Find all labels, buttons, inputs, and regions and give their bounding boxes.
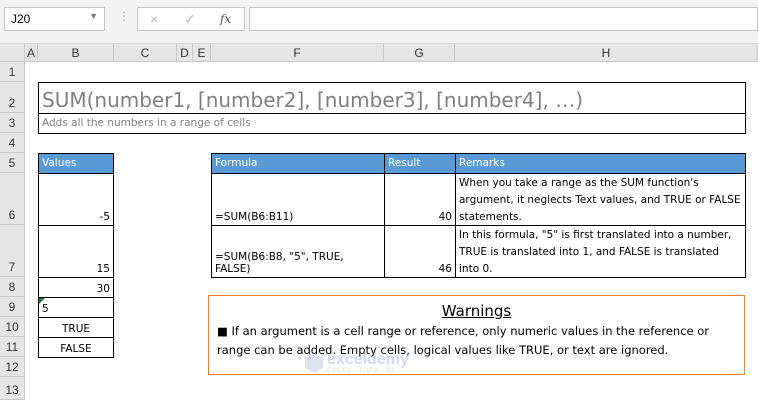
row-header[interactable]: 9: [0, 297, 25, 317]
watermark-logo: exceldemy EXCEL · DATA · BI: [305, 352, 409, 374]
row-header[interactable]: 2: [0, 82, 25, 113]
column-header-c[interactable]: C: [114, 44, 177, 62]
value-cell[interactable]: -5: [38, 173, 114, 226]
chevron-down-icon[interactable]: ▼: [89, 11, 98, 21]
column-header-b[interactable]: B: [38, 44, 114, 62]
formula-buttons: × ✓ fx: [137, 7, 245, 31]
value-cell[interactable]: TRUE: [38, 317, 114, 338]
row-header[interactable]: 11: [0, 337, 25, 357]
remarks-header[interactable]: Remarks: [455, 153, 746, 174]
column-header-f[interactable]: F: [211, 44, 384, 62]
row-header[interactable]: 10: [0, 317, 25, 337]
select-all-corner[interactable]: [0, 44, 25, 62]
row-header[interactable]: 3: [0, 113, 25, 133]
row-header[interactable]: 1: [0, 62, 25, 82]
grip-icon: ⋮: [118, 9, 130, 23]
remarks-cell[interactable]: In this formula, "5" is first translated…: [455, 225, 746, 278]
formula-cell[interactable]: =SUM(B6:B8, "5", TRUE, FALSE): [211, 225, 385, 278]
name-box-value: J20: [11, 12, 31, 26]
column-header-a[interactable]: A: [25, 44, 38, 62]
row-header[interactable]: 6: [0, 173, 25, 225]
row-header[interactable]: 5: [0, 153, 25, 173]
value-cell-text[interactable]: 5: [38, 297, 114, 318]
result-header[interactable]: Result: [384, 153, 456, 174]
column-header-e[interactable]: E: [193, 44, 211, 62]
column-header-g[interactable]: G: [384, 44, 455, 62]
watermark-tagline: EXCEL · DATA · BI: [327, 368, 395, 374]
cancel-icon[interactable]: ×: [150, 11, 158, 27]
values-header[interactable]: Values: [38, 153, 114, 174]
warnings-text: ■ If an argument is a cell range or refe…: [217, 324, 710, 357]
name-box[interactable]: J20 ▼: [4, 7, 105, 31]
function-description: Adds all the numbers in a range of cells: [38, 113, 746, 134]
column-header-h[interactable]: H: [455, 44, 758, 62]
value-cell[interactable]: 30: [38, 277, 114, 298]
remarks-cell[interactable]: When you take a range as the SUM functio…: [455, 173, 746, 226]
logo-icon: [305, 353, 323, 373]
formula-cell[interactable]: =SUM(B6:B11): [211, 173, 385, 226]
column-header-d[interactable]: D: [177, 44, 193, 62]
row-header[interactable]: 7: [0, 225, 25, 277]
formula-input[interactable]: [249, 7, 758, 31]
value-text: 5: [42, 303, 49, 315]
result-cell[interactable]: 40: [384, 173, 456, 226]
warnings-box: Warnings ■ If an argument is a cell rang…: [208, 295, 745, 375]
enter-icon[interactable]: ✓: [184, 11, 196, 28]
formula-header[interactable]: Formula: [211, 153, 385, 174]
result-cell[interactable]: 46: [384, 225, 456, 278]
row-header[interactable]: 8: [0, 277, 25, 297]
row-header[interactable]: 12: [0, 357, 25, 377]
row-header[interactable]: 4: [0, 133, 25, 153]
value-cell[interactable]: FALSE: [38, 337, 114, 358]
value-cell[interactable]: 15: [38, 225, 114, 278]
watermark-brand: exceldemy: [327, 351, 409, 368]
row-header[interactable]: 13: [0, 377, 25, 400]
warnings-title: Warnings: [441, 302, 512, 320]
error-indicator-icon[interactable]: [39, 298, 45, 304]
fx-icon[interactable]: fx: [220, 12, 231, 26]
function-syntax: SUM(number1, [number2], [number3], [numb…: [38, 82, 746, 114]
